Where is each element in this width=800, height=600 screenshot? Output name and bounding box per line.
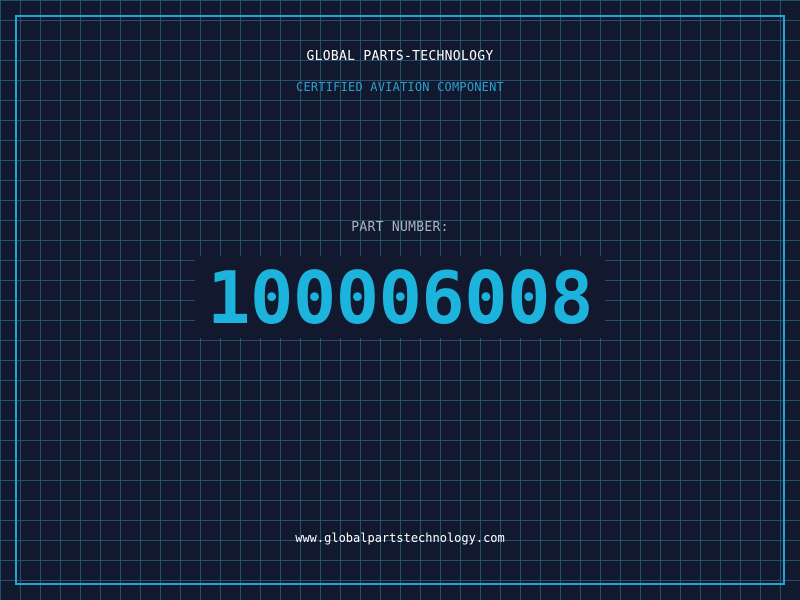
certification-subtitle: CERTIFIED AVIATION COMPONENT xyxy=(296,80,504,94)
company-name: GLOBAL PARTS-TECHNOLOGY xyxy=(306,49,494,64)
website-url: www.globalpartstechnology.com xyxy=(295,531,505,545)
part-number-value: 100006008 xyxy=(207,256,593,340)
certificate-canvas: GLOBAL PARTS-TECHNOLOGY CERTIFIED AVIATI… xyxy=(0,0,800,600)
part-number-label: PART NUMBER: xyxy=(351,220,449,235)
